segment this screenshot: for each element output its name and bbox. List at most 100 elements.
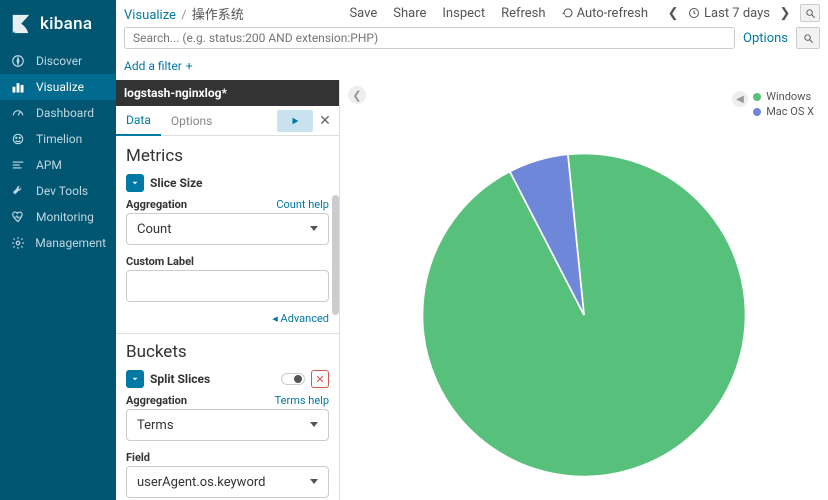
collapse-panel-button[interactable]: ❮ <box>348 86 366 104</box>
legend-label: Windows <box>766 90 811 103</box>
sidebar-item-devtools[interactable]: Dev Tools <box>0 178 116 204</box>
bucket-aggregation-select[interactable]: Terms <box>126 409 329 441</box>
refresh-icon <box>562 7 574 19</box>
sidebar-item-timelion[interactable]: Timelion <box>0 126 116 152</box>
bucket-field-select[interactable]: userAgent.os.keyword <box>126 466 329 498</box>
breadcrumb-current: 操作系统 <box>192 8 244 23</box>
terms-help-link[interactable]: Terms help <box>275 394 329 407</box>
time-next-button[interactable]: ❯ <box>776 4 794 22</box>
sidebar-item-label: Monitoring <box>36 210 94 224</box>
time-picker: ❮ Last 7 days ❯ <box>664 4 820 22</box>
search-options-link[interactable]: Options <box>735 31 796 46</box>
chevron-down-icon <box>310 226 318 231</box>
slice-size-label: Slice Size <box>150 176 203 190</box>
legend-toggle-button[interactable]: ◀ <box>732 91 748 107</box>
content: logstash-nginxlog* Data Options ✕ Metric… <box>116 80 828 500</box>
legend-dot-icon <box>753 93 761 101</box>
chevron-down-icon <box>310 422 318 427</box>
sidebar-item-label: Dev Tools <box>36 184 88 198</box>
share-button[interactable]: Share <box>393 6 426 21</box>
clock-icon <box>688 7 700 19</box>
top-actions: Save Share Inspect Refresh Auto-refresh … <box>349 4 820 22</box>
sidebar-item-label: Discover <box>36 54 82 68</box>
legend-dot-icon <box>753 108 761 116</box>
aggregation-label: Aggregation <box>126 198 187 211</box>
sidebar-item-monitoring[interactable]: Monitoring <box>0 204 116 230</box>
bucket-enable-toggle[interactable] <box>281 373 305 385</box>
scrollbar-thumb[interactable] <box>332 195 339 315</box>
sidebar-item-label: Visualize <box>36 80 84 94</box>
sidebar-item-apm[interactable]: APM <box>0 152 116 178</box>
refresh-button[interactable]: Refresh <box>501 6 545 21</box>
heart-icon <box>10 209 26 225</box>
apply-changes-button[interactable] <box>277 110 313 132</box>
gear-icon <box>10 235 25 251</box>
add-filter-button[interactable]: Add a filter + <box>124 59 193 73</box>
legend-item[interactable]: Mac OS X <box>753 105 814 118</box>
time-range-button[interactable]: Last 7 days <box>688 6 770 21</box>
plus-icon: + <box>186 59 193 73</box>
config-panel: logstash-nginxlog* Data Options ✕ Metric… <box>116 80 340 500</box>
discard-changes-button[interactable]: ✕ <box>317 113 333 129</box>
bucket-aggregation-label: Aggregation <box>126 394 187 407</box>
tab-data[interactable]: Data <box>116 106 161 136</box>
logo[interactable]: kibana <box>0 0 116 48</box>
config-tabs: Data Options ✕ <box>116 106 339 136</box>
breadcrumb-separator: / <box>179 8 188 23</box>
chevron-down-icon <box>310 479 318 484</box>
bucket-collapse-toggle[interactable] <box>126 370 144 388</box>
submit-search-button[interactable] <box>800 4 820 22</box>
remove-bucket-button[interactable]: ✕ <box>311 370 329 388</box>
custom-label-input[interactable] <box>126 270 329 302</box>
metrics-title: Metrics <box>126 146 329 166</box>
breadcrumb-root[interactable]: Visualize <box>124 8 176 23</box>
gauge-icon <box>10 105 26 121</box>
compass-icon <box>10 53 26 69</box>
search-icon <box>805 8 816 19</box>
sidebar-item-discover[interactable]: Discover <box>0 48 116 74</box>
advanced-toggle[interactable]: ◂ Advanced <box>126 312 329 325</box>
inspect-button[interactable]: Inspect <box>442 6 485 21</box>
metric-aggregation-select[interactable]: Count <box>126 213 329 245</box>
pie-chart[interactable] <box>414 145 754 485</box>
topbar: Visualize / 操作系统 Save Share Inspect Refr… <box>116 0 828 24</box>
custom-label-label: Custom Label <box>126 255 194 268</box>
lines-icon <box>10 157 26 173</box>
split-slices-label: Split Slices <box>150 372 210 386</box>
barchart-icon <box>10 79 26 95</box>
save-button[interactable]: Save <box>349 6 377 21</box>
index-pattern-bar[interactable]: logstash-nginxlog* <box>116 80 339 106</box>
legend-item[interactable]: Windows <box>753 90 814 103</box>
config-scroll[interactable]: Metrics Slice Size Aggregation Count hel… <box>116 136 339 500</box>
main: Visualize / 操作系统 Save Share Inspect Refr… <box>116 0 828 500</box>
search-icon <box>803 33 814 44</box>
sidebar-item-label: APM <box>36 158 62 172</box>
sidebar-item-label: Management <box>35 236 106 250</box>
legend: ◀ WindowsMac OS X <box>753 90 814 120</box>
visualization-area: ❮ ◀ Windows Mac OS X <box>340 80 828 500</box>
metric-collapse-toggle[interactable] <box>126 174 144 192</box>
sidebar-item-label: Dashboard <box>36 106 94 120</box>
search-row: Options <box>116 24 828 52</box>
play-icon <box>290 116 300 126</box>
auto-refresh-button[interactable]: Auto-refresh <box>562 6 648 21</box>
legend-label: Mac OS X <box>766 105 814 118</box>
app-name: kibana <box>40 14 92 34</box>
search-button[interactable] <box>796 27 820 49</box>
time-prev-button[interactable]: ❮ <box>664 4 682 22</box>
filter-row: Add a filter + <box>116 52 828 80</box>
wrench-icon <box>10 183 26 199</box>
kibana-logo-icon <box>10 13 32 35</box>
sidebar-item-visualize[interactable]: Visualize <box>0 74 116 100</box>
sidebar-item-management[interactable]: Management <box>0 230 116 256</box>
sidebar-item-dashboard[interactable]: Dashboard <box>0 100 116 126</box>
timelion-icon <box>10 131 26 147</box>
field-label: Field <box>126 451 150 464</box>
buckets-title: Buckets <box>126 342 329 362</box>
sidebar: kibana Discover Visualize Dashboard Time… <box>0 0 116 500</box>
sidebar-item-label: Timelion <box>36 132 82 146</box>
breadcrumb: Visualize / 操作系统 <box>124 4 335 23</box>
search-input[interactable] <box>124 27 735 49</box>
tab-options[interactable]: Options <box>161 106 223 136</box>
count-help-link[interactable]: Count help <box>276 198 329 211</box>
